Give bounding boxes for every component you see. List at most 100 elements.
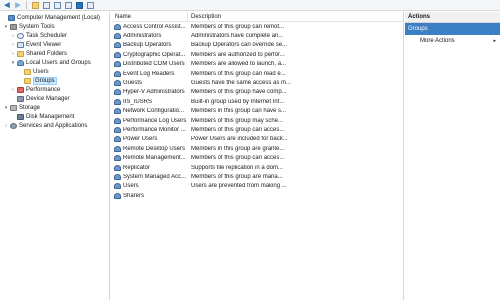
tree-item-device-manager[interactable]: Device Manager bbox=[0, 94, 109, 103]
list-item[interactable]: IIS_IUSRS Built-in group used by Internet… bbox=[111, 97, 403, 106]
list-item[interactable]: Distributed COM Users Members are allowed… bbox=[111, 60, 403, 69]
group-description: Members in this group can have s... bbox=[191, 108, 287, 115]
actions-title: Actions bbox=[405, 12, 500, 23]
list-item[interactable]: Replicator Supports file replication in a… bbox=[111, 163, 403, 172]
tree-item-label: Computer Management (Local) bbox=[17, 14, 101, 21]
services-icon bbox=[10, 122, 17, 129]
back-icon[interactable]: ◀ bbox=[2, 1, 12, 10]
group-icon bbox=[114, 70, 121, 77]
chevron-down-icon[interactable]: ▾ bbox=[10, 60, 16, 66]
tree-item-services-and-applications[interactable]: › Services and Applications bbox=[0, 121, 109, 130]
group-description: Members are allowed to launch, a... bbox=[191, 61, 287, 68]
group-description: Power Users are included for back... bbox=[191, 136, 288, 143]
chevron-down-icon[interactable]: ▾ bbox=[3, 105, 9, 111]
group-description: Built-in group used by Internet Inf... bbox=[191, 98, 285, 105]
group-name-cell: Users bbox=[111, 183, 188, 190]
tree-item-label: Event Viewer bbox=[26, 41, 62, 48]
group-icon bbox=[114, 42, 121, 49]
users-icon bbox=[17, 59, 24, 66]
tree-item-computer-management[interactable]: Computer Management (Local) bbox=[0, 13, 109, 22]
list-item[interactable]: Network Configuratio... Members in this g… bbox=[111, 107, 403, 116]
list-item[interactable]: Remote Desktop Users Members in this grou… bbox=[111, 144, 403, 153]
list-item[interactable]: Power Users Power Users are included for … bbox=[111, 135, 403, 144]
group-name: Replicator bbox=[123, 164, 151, 171]
tree-item-disk-management[interactable]: Disk Management bbox=[0, 112, 109, 121]
group-name: Hyper-V Administrators bbox=[123, 89, 185, 96]
disk-icon bbox=[17, 113, 24, 120]
tree-item-system-tools[interactable]: ▾ System Tools bbox=[0, 22, 109, 31]
folder-icon bbox=[24, 77, 31, 84]
list-item[interactable]: Hyper-V Administrators Members of this gr… bbox=[111, 88, 403, 97]
tree-item-task-scheduler[interactable]: › Task Scheduler bbox=[0, 31, 109, 40]
group-description: Members of this group can acces... bbox=[191, 155, 285, 162]
group-name: Remote Desktop Users bbox=[123, 145, 186, 152]
actions-section-groups[interactable]: Groups bbox=[405, 23, 500, 35]
refresh-icon[interactable] bbox=[52, 1, 62, 10]
show-hide-tree-icon[interactable] bbox=[41, 1, 51, 10]
group-icon bbox=[114, 136, 121, 143]
list-item[interactable]: Guests Guests have the same access as m..… bbox=[111, 78, 403, 87]
tree-item-storage[interactable]: ▾ Storage bbox=[0, 103, 109, 112]
list-item[interactable]: Backup Operators Backup Operators can ove… bbox=[111, 41, 403, 50]
group-icon bbox=[114, 126, 121, 133]
group-name-cell: Administrators bbox=[111, 33, 188, 40]
group-name: Sharers bbox=[123, 192, 145, 199]
tree-item-shared-folders[interactable]: › Shared Folders bbox=[0, 49, 109, 58]
storage-icon bbox=[10, 104, 17, 111]
group-icon bbox=[114, 98, 121, 105]
list-item[interactable]: Access Control Assist... Members of this … bbox=[111, 22, 403, 31]
tree-item-groups[interactable]: Groups bbox=[0, 76, 109, 85]
export-list-icon[interactable] bbox=[63, 1, 73, 10]
up-folder-icon[interactable] bbox=[30, 1, 40, 10]
toolbar-separator bbox=[26, 1, 27, 9]
tree-item-users[interactable]: Users bbox=[0, 67, 109, 76]
tree-item-label: Groups bbox=[33, 76, 57, 85]
group-description: Members in this group are grante... bbox=[191, 145, 285, 152]
tree-item-local-users-and-groups[interactable]: ▾ Local Users and Groups bbox=[0, 58, 109, 67]
chevron-right-icon[interactable]: › bbox=[10, 42, 16, 48]
chevron-right-icon[interactable]: › bbox=[3, 123, 9, 129]
group-icon bbox=[114, 89, 121, 96]
list-item[interactable]: Performance Monitor ... Members of this g… bbox=[111, 125, 403, 134]
help-icon[interactable] bbox=[74, 1, 84, 10]
group-name-cell: Remote Desktop Users bbox=[111, 145, 188, 152]
group-icon bbox=[114, 108, 121, 115]
group-name-cell: Access Control Assist... bbox=[111, 23, 188, 30]
list-item[interactable]: Cryptographic Operat... Members are autho… bbox=[111, 50, 403, 59]
group-name-cell: Event Log Readers bbox=[111, 70, 188, 77]
column-header-name[interactable]: Name bbox=[111, 12, 188, 21]
folder-icon bbox=[24, 68, 31, 75]
list-item[interactable]: System Managed Acc... Members of this gro… bbox=[111, 172, 403, 181]
list-item[interactable]: Performance Log Users Members of this gro… bbox=[111, 116, 403, 125]
tree-item-event-viewer[interactable]: › Event Viewer bbox=[0, 40, 109, 49]
column-header-description[interactable]: Description bbox=[188, 12, 303, 21]
more-actions-item[interactable]: More Actions ▸ bbox=[405, 35, 500, 46]
forward-icon[interactable]: ▶ bbox=[13, 1, 23, 10]
tree-item-performance[interactable]: › Performance bbox=[0, 85, 109, 94]
tree-item-label: Disk Management bbox=[26, 113, 75, 120]
group-name: Remote Management... bbox=[123, 155, 186, 162]
group-description: Users are prevented from making ... bbox=[191, 183, 287, 190]
group-icon bbox=[114, 117, 121, 124]
properties-icon[interactable] bbox=[85, 1, 95, 10]
chevron-right-icon[interactable]: › bbox=[10, 33, 16, 39]
list-item[interactable]: Sharers bbox=[111, 191, 403, 200]
group-description: Members are authorized to perfor... bbox=[191, 51, 285, 58]
chevron-right-icon[interactable]: › bbox=[10, 51, 16, 57]
list-rows: Access Control Assist... Members of this … bbox=[111, 22, 403, 200]
chevron-down-icon[interactable]: ▾ bbox=[3, 24, 9, 30]
list-item[interactable]: Remote Management... Members of this grou… bbox=[111, 153, 403, 162]
group-description: Administrators have complete an... bbox=[191, 33, 284, 40]
chevron-right-icon[interactable]: › bbox=[10, 87, 16, 93]
group-name-cell: Sharers bbox=[111, 192, 188, 199]
list-item[interactable]: Event Log Readers Members of this group c… bbox=[111, 69, 403, 78]
list-item[interactable]: Users Users are prevented from making ... bbox=[111, 182, 403, 191]
group-name-cell: Power Users bbox=[111, 136, 188, 143]
group-description: Guests have the same access as m... bbox=[191, 80, 292, 87]
group-name-cell: Performance Log Users bbox=[111, 117, 188, 124]
group-icon bbox=[114, 80, 121, 87]
list-item[interactable]: Administrators Administrators have comple… bbox=[111, 31, 403, 40]
group-name: Performance Log Users bbox=[123, 117, 187, 124]
group-name: Distributed COM Users bbox=[123, 61, 185, 68]
group-name: Users bbox=[123, 183, 139, 190]
